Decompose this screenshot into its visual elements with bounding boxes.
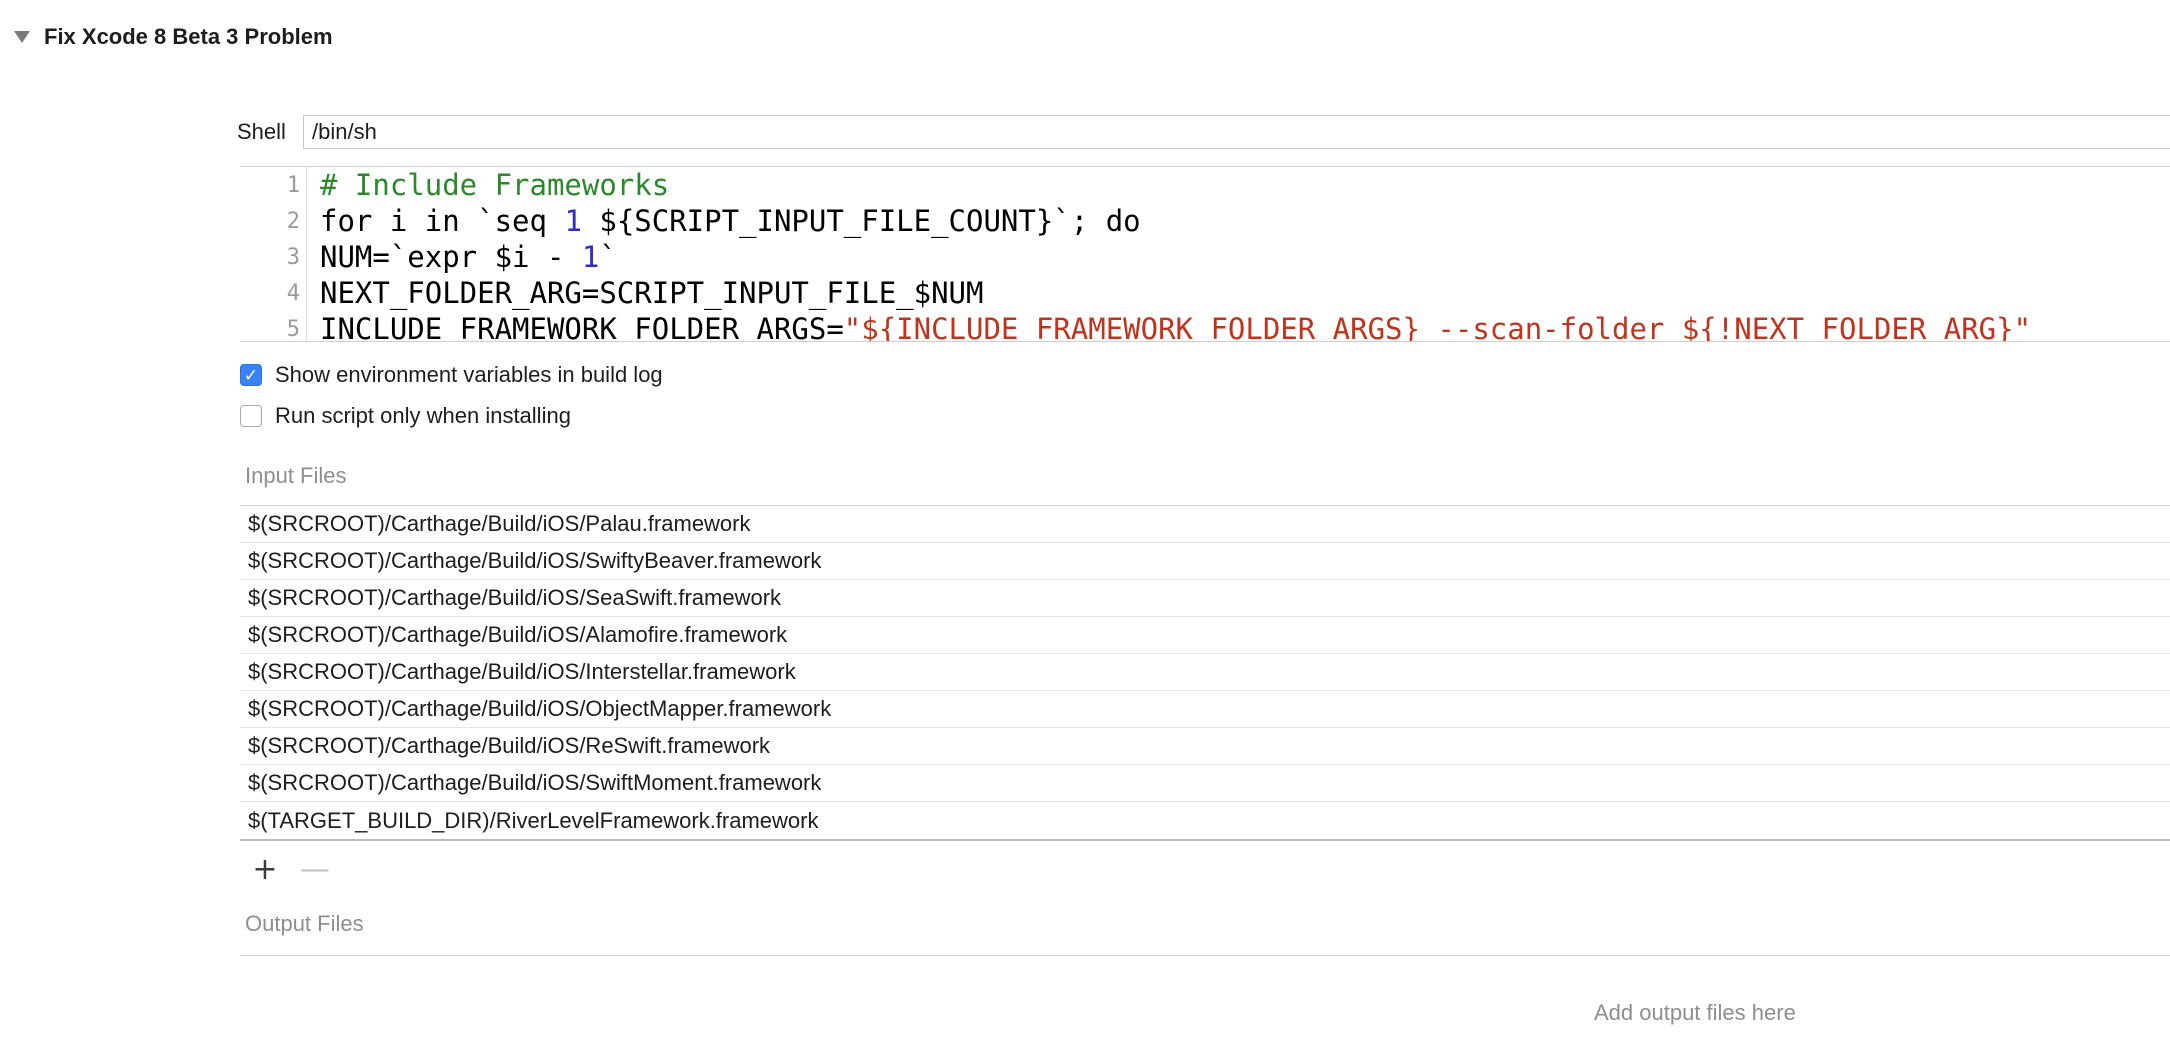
input-file-row[interactable]: $(TARGET_BUILD_DIR)/RiverLevelFramework.… [240,802,2170,839]
code-token: ${SCRIPT_INPUT_FILE_COUNT}`; do [581,204,1141,238]
input-file-row[interactable]: $(SRCROOT)/Carthage/Build/iOS/SwiftMomen… [240,765,2170,802]
input-files-list[interactable]: $(SRCROOT)/Carthage/Build/iOS/Palau.fram… [240,505,2170,841]
build-phase-title[interactable]: Fix Xcode 8 Beta 3 Problem [44,24,333,50]
code-line[interactable]: 3 NUM=`expr $i - 1` [240,239,2170,275]
line-number: 2 [286,208,300,234]
output-files-placeholder[interactable]: Add output files here [1594,1000,1796,1026]
run-only-installing-label[interactable]: Run script only when installing [275,403,571,429]
line-number: 1 [286,172,300,198]
code-token: 1 [564,204,582,238]
line-code[interactable]: for i in `seq 1 ${SCRIPT_INPUT_FILE_COUN… [300,204,1141,238]
shell-label: Shell [237,119,286,144]
line-number: 4 [286,280,300,306]
input-file-row[interactable]: $(SRCROOT)/Carthage/Build/iOS/Alamofire.… [240,617,2170,654]
show-env-option[interactable]: ✓ Show environment variables in build lo… [240,360,663,390]
line-code[interactable]: NUM=`expr $i - 1` [300,240,617,274]
code-token: ` [599,240,617,274]
input-file-row[interactable]: $(SRCROOT)/Carthage/Build/iOS/Interstell… [240,654,2170,691]
run-only-installing-checkbox[interactable] [240,405,262,427]
code-token: NUM=`expr $i - [320,240,582,274]
input-file-row[interactable]: $(SRCROOT)/Carthage/Build/iOS/SwiftyBeav… [240,543,2170,580]
checkmark-icon: ✓ [243,365,259,385]
line-code[interactable]: # Include Frameworks [300,168,669,202]
code-token: INCLUDE_FRAMEWORK_FOLDER_ARGS= [320,312,844,342]
input-file-row[interactable]: $(SRCROOT)/Carthage/Build/iOS/SeaSwift.f… [240,580,2170,617]
remove-input-file-button[interactable]: — [300,855,330,885]
code-token: "${INCLUDE_FRAMEWORK_FOLDER_ARGS} --scan… [843,312,2032,342]
code-token: for i in `seq [320,204,565,238]
input-file-row[interactable]: $(SRCROOT)/Carthage/Build/iOS/ObjectMapp… [240,691,2170,728]
code-line[interactable]: 5 INCLUDE_FRAMEWORK_FOLDER_ARGS="${INCLUD… [240,311,2170,342]
line-code[interactable]: INCLUDE_FRAMEWORK_FOLDER_ARGS="${INCLUDE… [300,312,2032,342]
code-line[interactable]: 4 NEXT_FOLDER_ARG=SCRIPT_INPUT_FILE_$NUM [240,275,2170,311]
add-input-file-button[interactable]: + [250,855,280,885]
show-env-checkbox[interactable]: ✓ [240,364,262,386]
line-code[interactable]: NEXT_FOLDER_ARG=SCRIPT_INPUT_FILE_$NUM [300,276,983,310]
input-files-controls: + — [250,855,350,885]
build-phase-header[interactable]: Fix Xcode 8 Beta 3 Problem [14,22,333,52]
script-editor[interactable]: 1 # Include Frameworks 2 for i in `seq 1 ${… [240,166,2170,342]
input-file-row[interactable]: $(SRCROOT)/Carthage/Build/iOS/ReSwift.fr… [240,728,2170,765]
input-files-title: Input Files [245,463,347,488]
shell-row: Shell [237,114,2170,150]
code-token: 1 [581,240,600,274]
input-file-row[interactable]: $(SRCROOT)/Carthage/Build/iOS/Palau.fram… [240,506,2170,543]
output-files-divider [240,955,2170,956]
code-line[interactable]: 1 # Include Frameworks [240,167,2170,203]
line-number: 5 [286,316,300,342]
shell-input[interactable] [303,115,2170,149]
code-token: NEXT_FOLDER_ARG=SCRIPT_INPUT_FILE_$NUM [320,276,984,310]
code-token: # Include Frameworks [320,168,670,202]
run-only-installing-option[interactable]: Run script only when installing [240,401,571,431]
show-env-label[interactable]: Show environment variables in build log [275,362,663,388]
code-line[interactable]: 2 for i in `seq 1 ${SCRIPT_INPUT_FILE_COU… [240,203,2170,239]
line-number: 3 [286,244,300,270]
disclosure-triangle-down-icon[interactable] [14,31,30,43]
output-files-title: Output Files [245,911,364,936]
